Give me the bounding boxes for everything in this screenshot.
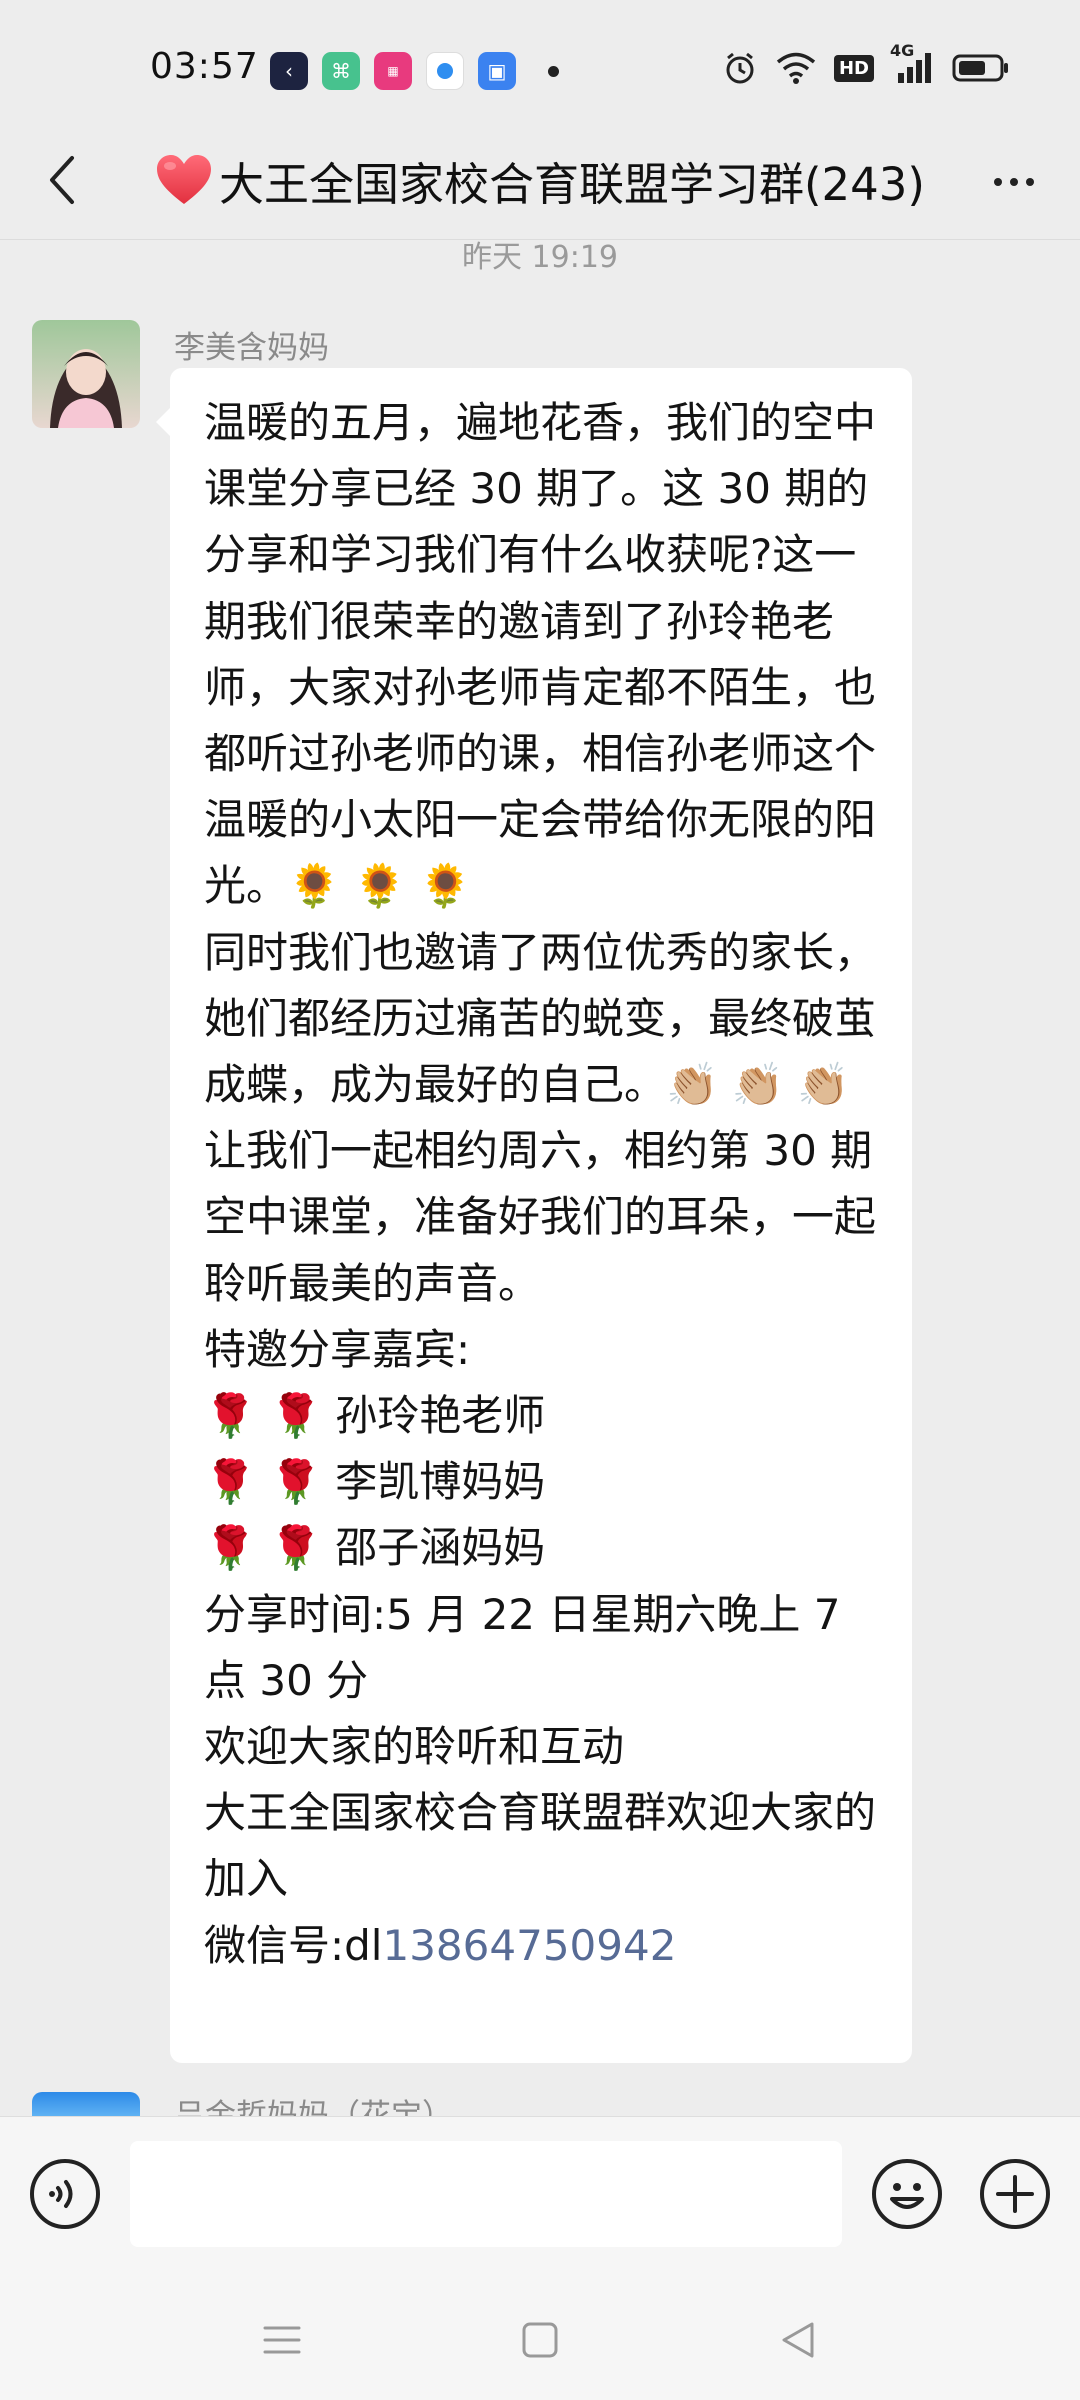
back-button[interactable] bbox=[30, 148, 94, 212]
chat-header: 大王全国家校合育联盟学习群(243) bbox=[0, 120, 1080, 240]
sender-name: 李美含妈妈 bbox=[174, 330, 329, 366]
system-nav-bar bbox=[0, 2276, 1080, 2400]
app-notification-icon: ⌘ bbox=[322, 52, 360, 90]
emoji-button[interactable] bbox=[870, 2157, 944, 2231]
more-dots-icon bbox=[994, 178, 1002, 186]
bubble-tail bbox=[156, 408, 170, 436]
status-bar: 03:57 ‹ ⌘ ▦ ▣ HD 4G bbox=[0, 0, 1080, 120]
back-triangle-icon bbox=[782, 2322, 814, 2358]
wechat-id-line: 微信号:dl13864750942 bbox=[204, 1913, 878, 1979]
input-bar bbox=[0, 2116, 1080, 2276]
wifi-icon bbox=[776, 51, 816, 85]
message-bubble[interactable]: 温暖的五月，遍地花香，我们的空中课堂分享已经 30 期了。这 30 期的分享和学… bbox=[156, 368, 912, 2063]
voice-input-button[interactable] bbox=[28, 2157, 102, 2231]
chat-title-area[interactable]: 大王全国家校合育联盟学习群(243) bbox=[150, 146, 930, 214]
hd-icon: HD bbox=[833, 54, 874, 82]
status-time: 03:57 bbox=[150, 46, 259, 87]
system-back-button[interactable] bbox=[768, 2310, 828, 2370]
notification-icons: ‹ ⌘ ▦ ▣ bbox=[270, 52, 559, 90]
more-options-button[interactable] bbox=[982, 150, 1046, 214]
voice-icon bbox=[30, 2159, 100, 2229]
next-sender-name: 吕金哲妈妈（花宝） bbox=[174, 2098, 453, 2116]
status-indicators: HD 4G bbox=[722, 41, 1010, 86]
more-notifications-dot bbox=[548, 65, 559, 77]
message-timestamp: 昨天 19:19 bbox=[462, 240, 618, 275]
plus-icon bbox=[980, 2159, 1050, 2229]
app-notification-icon: ▦ bbox=[374, 52, 412, 90]
battery-icon bbox=[952, 53, 1010, 83]
alarm-icon bbox=[722, 50, 758, 86]
chat-title: 大王全国家校合育联盟学习群(243) bbox=[218, 157, 925, 211]
next-sender-avatar[interactable] bbox=[32, 2092, 140, 2116]
recent-apps-button[interactable] bbox=[252, 2310, 312, 2370]
network-type-label: 4G bbox=[890, 41, 915, 60]
sender-avatar[interactable] bbox=[32, 320, 140, 428]
red-heart-icon bbox=[156, 155, 211, 204]
more-functions-button[interactable] bbox=[978, 2157, 1052, 2231]
app-notification-icon: ▣ bbox=[478, 52, 516, 90]
phone-number-link[interactable]: 13864750942 bbox=[382, 1921, 676, 1970]
signal-icon: 4G bbox=[890, 41, 934, 85]
message-text: 温暖的五月，遍地花香，我们的空中课堂分享已经 30 期了。这 30 期的分享和学… bbox=[204, 398, 877, 1904]
chevron-left-icon bbox=[50, 156, 74, 204]
emoji-icon bbox=[872, 2159, 942, 2229]
wechat-id-prefix: 微信号:dl bbox=[204, 1920, 383, 1970]
app-notification-icon: ‹ bbox=[270, 52, 308, 90]
menu-icon bbox=[263, 2326, 301, 2354]
app-notification-icon bbox=[426, 52, 464, 90]
home-icon bbox=[522, 2322, 558, 2358]
home-button[interactable] bbox=[510, 2310, 570, 2370]
message-input[interactable] bbox=[130, 2141, 842, 2247]
